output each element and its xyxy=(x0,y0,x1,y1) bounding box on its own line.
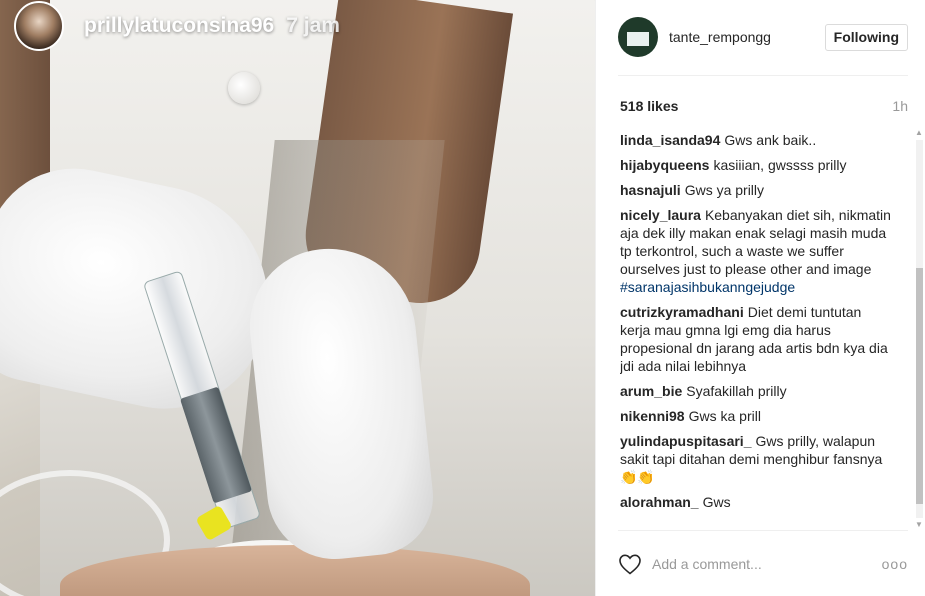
comment-item: linda_isanda94 Gws ank baik.. xyxy=(620,131,894,149)
post-header: tante_rempongg Following xyxy=(618,16,908,58)
comment-bar: ooo xyxy=(618,548,908,580)
post-photo xyxy=(0,0,595,596)
post-username[interactable]: tante_rempongg xyxy=(669,29,771,45)
likes-count[interactable]: 518 likes xyxy=(620,98,678,114)
comment-username[interactable]: cutrizkyramadhani xyxy=(620,304,744,320)
more-options-icon[interactable]: ooo xyxy=(882,556,908,572)
comment-item: nikenni98 Gws ka prill xyxy=(620,407,894,425)
comments-scrollbar[interactable]: ▲ ▼ xyxy=(914,128,924,530)
comment-text: kasiiian, gwssss prilly xyxy=(713,157,847,173)
comment-username[interactable]: arum_bie xyxy=(620,383,682,399)
comment-item: cutrizkyramadhani Diet demi tuntutan kerj… xyxy=(620,303,894,375)
likes-row: 518 likes 1h xyxy=(620,98,908,114)
comment-username[interactable]: hijabyqueens xyxy=(620,157,709,173)
comment-username[interactable]: yulindapuspitasari_ xyxy=(620,433,751,449)
comment-hashtag[interactable]: #saranajasihbukanngejudge xyxy=(620,279,795,295)
add-comment-input[interactable] xyxy=(652,556,874,572)
comment-username[interactable]: nicely_laura xyxy=(620,207,701,223)
story-avatar[interactable] xyxy=(14,1,64,51)
comment-username[interactable]: alorahman_ xyxy=(620,494,699,510)
comment-text: Gws xyxy=(702,494,731,510)
comment-item: alorahman_ Gws xyxy=(620,493,894,511)
heart-icon[interactable] xyxy=(618,553,642,575)
comment-item: arum_bie Syafakillah prilly xyxy=(620,382,894,400)
divider xyxy=(618,75,908,76)
comment-item: hasnajuli Gws ya prilly xyxy=(620,181,894,199)
comment-username[interactable]: nikenni98 xyxy=(620,408,685,424)
comment-text: Gws ka prill xyxy=(688,408,761,424)
story-username[interactable]: prillylatuconsina96 xyxy=(84,14,274,38)
story-header: prillylatuconsina96 7 jam xyxy=(14,1,340,51)
post-panel: tante_rempongg Following 518 likes 1h li… xyxy=(595,0,925,596)
scroll-down-icon[interactable]: ▼ xyxy=(914,520,924,530)
comment-text: Gws ya prilly xyxy=(684,182,765,198)
comment-username[interactable]: linda_isanda94 xyxy=(620,132,720,148)
post-avatar[interactable] xyxy=(618,17,658,57)
divider xyxy=(618,530,908,531)
photo-coat-button xyxy=(228,72,260,104)
comment-item: hijabyqueens kasiiian, gwssss prilly xyxy=(620,156,894,174)
story-time: 7 jam xyxy=(286,14,340,37)
comment-username[interactable]: hasnajuli xyxy=(620,182,681,198)
scrollbar-thumb[interactable] xyxy=(916,268,923,504)
following-button[interactable]: Following xyxy=(824,23,908,51)
post-age[interactable]: 1h xyxy=(892,98,908,114)
scroll-up-icon[interactable]: ▲ xyxy=(914,128,924,138)
comment-item: yulindapuspitasari_ Gws prilly, walapun s… xyxy=(620,432,894,486)
comments-list: linda_isanda94 Gws ank baik.. hijabyqueen… xyxy=(620,131,894,521)
comment-text: Syafakillah prilly xyxy=(686,383,787,399)
comment-item: nicely_laura Kebanyakan diet sih, nikmati… xyxy=(620,206,894,296)
comment-text: Gws ank baik.. xyxy=(724,132,817,148)
